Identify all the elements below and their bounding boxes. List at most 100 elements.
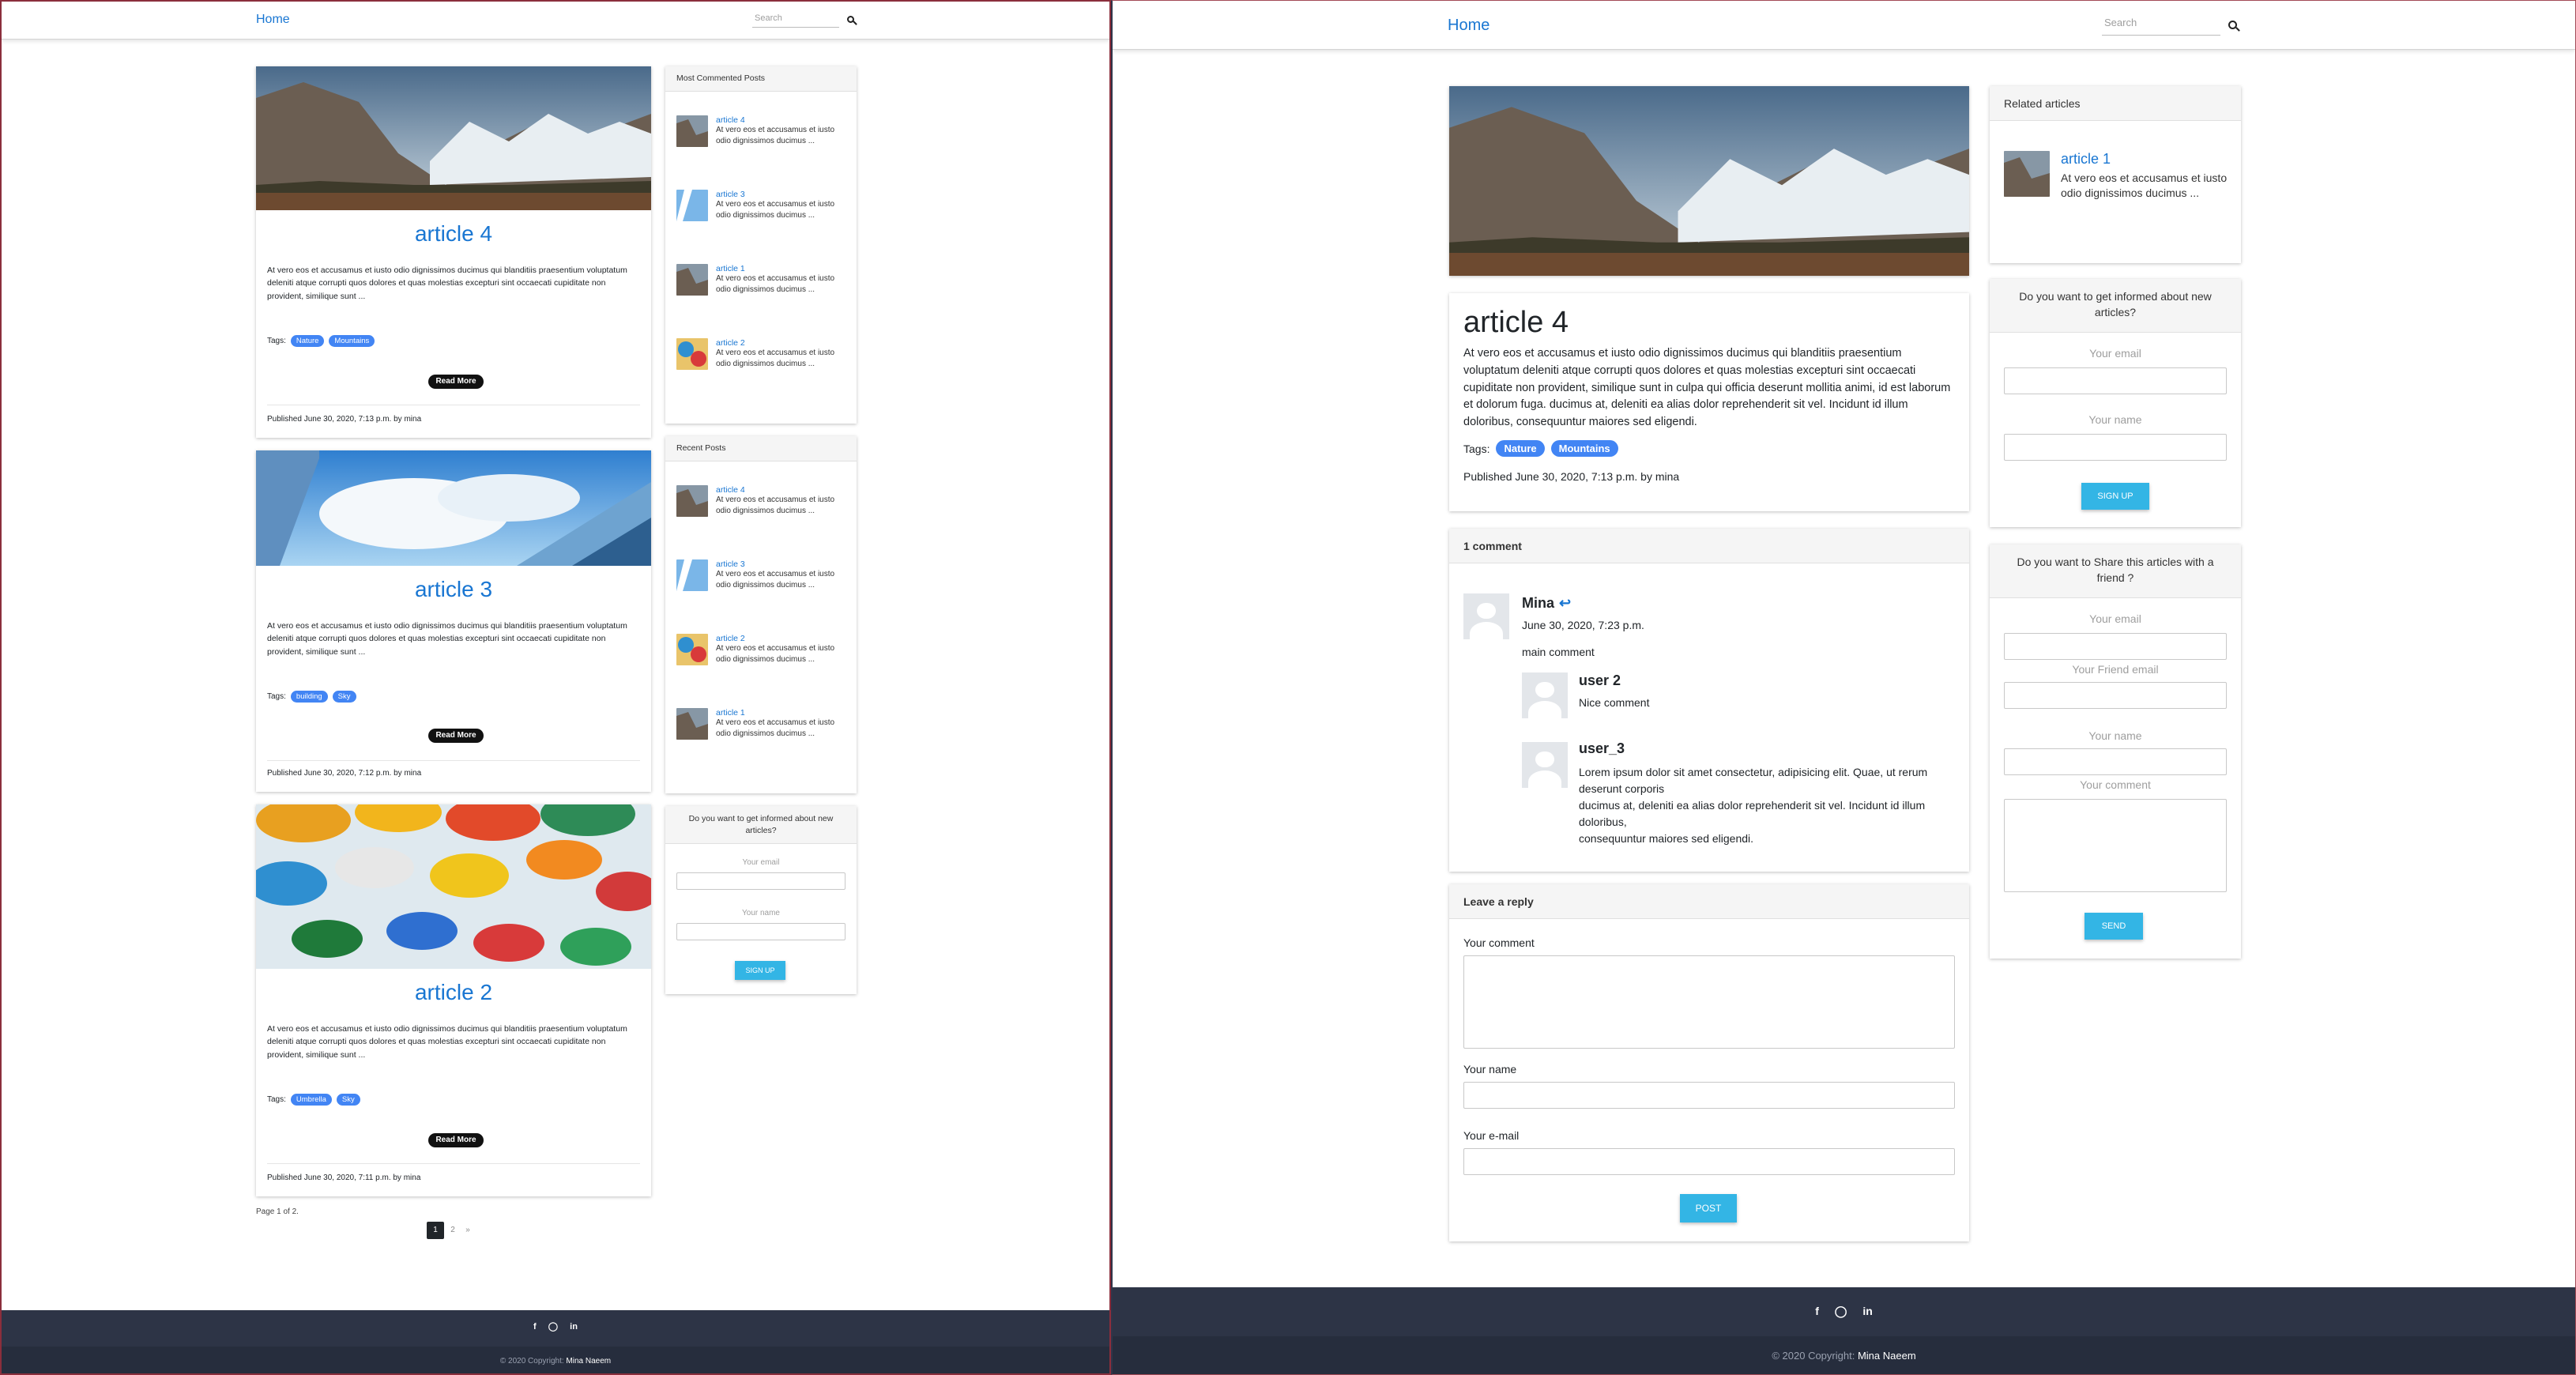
linkedin-icon[interactable]: in <box>570 1322 578 1332</box>
side-item[interactable]: article 3 At vero eos et accusamus et ius… <box>676 559 850 591</box>
page-1[interactable]: 1 <box>427 1222 444 1239</box>
search-icon[interactable] <box>847 16 854 23</box>
side-item-title[interactable]: article 3 <box>716 190 846 199</box>
side-item[interactable]: article 4 At vero eos et accusamus et ius… <box>676 115 850 147</box>
side-item[interactable]: article 2 At vero eos et accusamus et ius… <box>676 634 850 665</box>
related-title: Related articles <box>1990 86 2241 121</box>
read-more-button[interactable]: Read More <box>428 1133 484 1147</box>
pagination-info: Page 1 of 2. <box>256 1207 299 1216</box>
tag-nature[interactable]: Nature <box>290 335 325 347</box>
name-label: Your name <box>2088 413 2142 426</box>
name-field[interactable] <box>2004 748 2227 775</box>
tag-nature[interactable]: Nature <box>1496 440 1545 457</box>
article-published: Published June 30, 2020, 7:13 p.m. by mi… <box>1463 470 1680 483</box>
email-label: Your email <box>742 858 780 867</box>
home-link[interactable]: Home <box>1448 17 1489 35</box>
author-link[interactable]: Mina Naeem <box>1858 1350 1916 1362</box>
side-thumb <box>676 338 708 370</box>
side-item-title[interactable]: article 1 <box>2061 151 2228 168</box>
post-image-mountains[interactable] <box>256 66 651 210</box>
subscribe-title: Do you want to get informed about new ar… <box>1990 279 2241 333</box>
side-thumb <box>676 190 708 221</box>
side-item[interactable]: article 1 At vero eos et accusamus et ius… <box>2004 151 2233 201</box>
post-title[interactable]: article 3 <box>256 577 651 602</box>
tags-label: Tags: <box>267 692 286 701</box>
github-icon[interactable]: ◯ <box>1835 1305 1847 1318</box>
post-image-building[interactable] <box>256 450 651 566</box>
sign-up-button[interactable]: SIGN UP <box>2081 483 2149 510</box>
post-image-umbrellas[interactable] <box>256 804 651 969</box>
side-item-title[interactable]: article 3 <box>716 559 846 569</box>
home-link[interactable]: Home <box>256 13 290 27</box>
side-item-excerpt: At vero eos et accusamus et iusto odio d… <box>716 718 835 738</box>
post-title[interactable]: article 4 <box>256 221 651 247</box>
facebook-icon[interactable]: f <box>1815 1305 1819 1317</box>
side-item[interactable]: article 3 At vero eos et accusamus et ius… <box>676 190 850 221</box>
comments-card: 1 comment Mina ↩ June 30, 2020, 7:23 p.m… <box>1449 529 1969 872</box>
footer: f ◯ in <box>2 1310 1109 1347</box>
tag-building[interactable]: building <box>290 691 328 703</box>
reply-icon[interactable]: ↩ <box>1559 595 1571 612</box>
comment-textarea[interactable] <box>2004 799 2227 892</box>
post-title[interactable]: article 2 <box>256 980 651 1005</box>
side-thumb <box>676 485 708 517</box>
send-button[interactable]: SEND <box>2085 913 2143 940</box>
post-card: article 4 At vero eos et accusamus et iu… <box>256 66 651 438</box>
page-next[interactable]: » <box>461 1222 474 1239</box>
name-field[interactable] <box>2004 434 2227 461</box>
tag-sky[interactable]: Sky <box>332 691 356 703</box>
tag-sky[interactable]: Sky <box>336 1094 360 1106</box>
comment-textarea[interactable] <box>1463 955 1955 1049</box>
name-label: Your name <box>742 909 780 917</box>
side-thumb <box>676 115 708 147</box>
reply-author: user_3 <box>1579 740 1625 756</box>
side-item-title[interactable]: article 2 <box>716 634 846 643</box>
side-item-title[interactable]: article 1 <box>716 708 846 718</box>
avatar <box>1522 672 1568 718</box>
github-icon[interactable]: ◯ <box>548 1321 558 1332</box>
search-icon[interactable] <box>2228 21 2237 29</box>
side-item[interactable]: article 4 At vero eos et accusamus et ius… <box>676 485 850 517</box>
side-item[interactable]: article 1 At vero eos et accusamus et ius… <box>676 264 850 296</box>
side-item-excerpt: At vero eos et accusamus et iusto odio d… <box>716 126 835 145</box>
linkedin-icon[interactable]: in <box>1862 1305 1872 1317</box>
sign-up-button[interactable]: SIGN UP <box>735 961 785 980</box>
copyright-text: © 2020 Copyright: <box>499 1357 564 1366</box>
side-item-title[interactable]: article 2 <box>716 338 846 348</box>
side-item-title[interactable]: article 4 <box>716 115 846 125</box>
comment-author-name: Mina <box>1522 595 1555 611</box>
side-thumb <box>676 634 708 665</box>
side-item[interactable]: article 1 At vero eos et accusamus et ius… <box>676 708 850 740</box>
tags-label: Tags: <box>1463 442 1490 455</box>
post-button[interactable]: POST <box>1680 1194 1737 1222</box>
footer-copyright: © 2020 Copyright: Mina Naeem <box>1113 1336 2575 1374</box>
side-item-title[interactable]: article 1 <box>716 264 846 273</box>
side-item-title[interactable]: article 4 <box>716 485 846 495</box>
email-field[interactable] <box>2004 367 2227 394</box>
tag-mountains[interactable]: Mountains <box>1550 440 1618 457</box>
page-2[interactable]: 2 <box>444 1222 461 1239</box>
side-item[interactable]: article 2 At vero eos et accusamus et ius… <box>676 338 850 370</box>
name-field[interactable] <box>676 923 845 940</box>
tag-mountains[interactable]: Mountains <box>329 335 375 347</box>
read-more-button[interactable]: Read More <box>428 729 484 743</box>
side-item-excerpt: At vero eos et accusamus et iusto odio d… <box>2061 171 2228 199</box>
email-field[interactable] <box>1463 1148 1955 1175</box>
facebook-icon[interactable]: f <box>533 1322 537 1332</box>
email-field[interactable] <box>2004 633 2227 660</box>
reply-text: Lorem ipsum dolor sit amet consectetur, … <box>1579 766 1928 845</box>
pagination: 1 2 » <box>427 1222 474 1239</box>
most-commented-title: Most Commented Posts <box>665 66 857 92</box>
author-link[interactable]: Mina Naeem <box>566 1357 611 1366</box>
tag-umbrella[interactable]: Umbrella <box>290 1094 332 1106</box>
email-field[interactable] <box>676 872 845 890</box>
avatar <box>1522 742 1568 788</box>
read-more-button[interactable]: Read More <box>428 375 484 389</box>
search-input[interactable]: Search <box>2102 17 2220 36</box>
post-tags: Tags: Nature Mountains <box>267 335 375 347</box>
search-input[interactable]: Search <box>752 13 839 28</box>
name-field[interactable] <box>1463 1082 1955 1109</box>
friend-email-field[interactable] <box>2004 682 2227 709</box>
subscribe-title: Do you want to get informed about new ar… <box>665 806 857 844</box>
blog-list-window: Home Search article 4 At vero eos et acc… <box>0 0 1111 1375</box>
